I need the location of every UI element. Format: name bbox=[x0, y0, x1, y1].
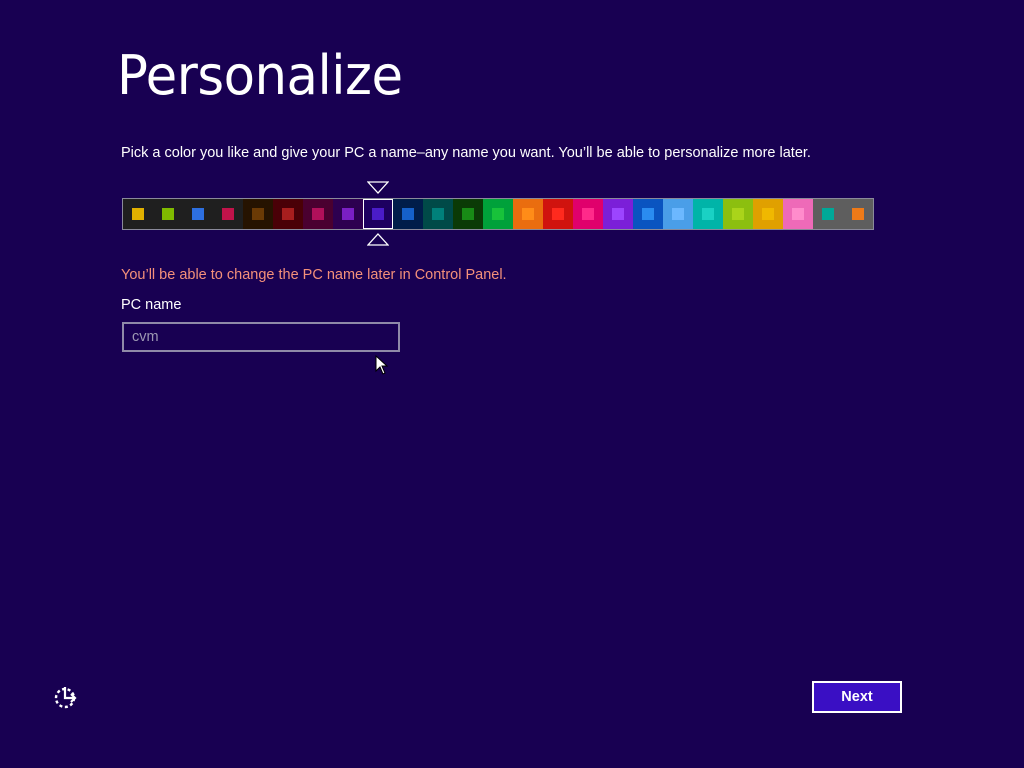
color-swatch[interactable] bbox=[783, 199, 813, 229]
color-swatch[interactable] bbox=[453, 199, 483, 229]
color-swatch[interactable] bbox=[183, 199, 213, 229]
color-swatch[interactable] bbox=[813, 199, 843, 229]
color-swatch-chip bbox=[702, 208, 714, 220]
color-swatch-chip bbox=[792, 208, 804, 220]
color-swatch-chip bbox=[432, 208, 444, 220]
color-swatch[interactable] bbox=[573, 199, 603, 229]
personalize-page: Personalize Pick a color you like and gi… bbox=[0, 0, 1024, 768]
color-swatch[interactable] bbox=[543, 199, 573, 229]
color-swatch[interactable] bbox=[753, 199, 783, 229]
page-subtitle: Pick a color you like and give your PC a… bbox=[121, 145, 811, 161]
color-swatch-chip bbox=[822, 208, 834, 220]
color-swatch-chip bbox=[282, 208, 294, 220]
color-swatch[interactable] bbox=[423, 199, 453, 229]
pc-name-warning: You’ll be able to change the PC name lat… bbox=[121, 267, 507, 283]
color-swatch[interactable] bbox=[123, 199, 153, 229]
color-swatch-chip bbox=[162, 208, 174, 220]
pc-name-label: PC name bbox=[121, 297, 182, 313]
color-swatch-chip bbox=[372, 208, 384, 220]
color-swatch-chip bbox=[732, 208, 744, 220]
color-swatch-chip bbox=[582, 208, 594, 220]
color-swatch-chip bbox=[642, 208, 654, 220]
color-swatch[interactable] bbox=[663, 199, 693, 229]
color-swatch-chip bbox=[612, 208, 624, 220]
color-swatch[interactable] bbox=[273, 199, 303, 229]
color-swatch[interactable] bbox=[693, 199, 723, 229]
color-swatch-chip bbox=[342, 208, 354, 220]
color-swatch-chip bbox=[312, 208, 324, 220]
color-swatch-chip bbox=[222, 208, 234, 220]
color-swatch-chip bbox=[552, 208, 564, 220]
color-swatch-chip bbox=[672, 208, 684, 220]
color-swatch[interactable] bbox=[723, 199, 753, 229]
color-swatch[interactable] bbox=[213, 199, 243, 229]
color-swatch-chip bbox=[762, 208, 774, 220]
color-swatch-chip bbox=[402, 208, 414, 220]
color-swatch-chip bbox=[492, 208, 504, 220]
color-swatch[interactable] bbox=[393, 199, 423, 229]
color-swatch-chip bbox=[462, 208, 474, 220]
selection-marker-down-icon bbox=[367, 181, 389, 194]
color-swatch[interactable] bbox=[603, 199, 633, 229]
page-title: Personalize bbox=[117, 44, 403, 107]
color-swatch-chip bbox=[132, 208, 144, 220]
color-swatch-chip bbox=[852, 208, 864, 220]
mouse-pointer-icon bbox=[375, 355, 389, 375]
color-swatch-chip bbox=[192, 208, 204, 220]
color-swatch[interactable] bbox=[483, 199, 513, 229]
selection-marker-up-icon bbox=[367, 233, 389, 246]
ease-of-access-icon[interactable] bbox=[52, 684, 80, 712]
color-swatch[interactable] bbox=[843, 199, 873, 229]
color-swatch[interactable] bbox=[303, 199, 333, 229]
pc-name-input[interactable] bbox=[122, 322, 400, 352]
color-picker[interactable] bbox=[122, 198, 874, 230]
color-swatch[interactable] bbox=[243, 199, 273, 229]
color-swatch-chip bbox=[522, 208, 534, 220]
color-swatch[interactable] bbox=[153, 199, 183, 229]
color-swatch-chip bbox=[252, 208, 264, 220]
color-swatch[interactable] bbox=[333, 199, 363, 229]
color-swatch[interactable] bbox=[513, 199, 543, 229]
color-swatch[interactable] bbox=[633, 199, 663, 229]
color-swatch[interactable] bbox=[363, 199, 393, 229]
next-button[interactable]: Next bbox=[812, 681, 902, 713]
